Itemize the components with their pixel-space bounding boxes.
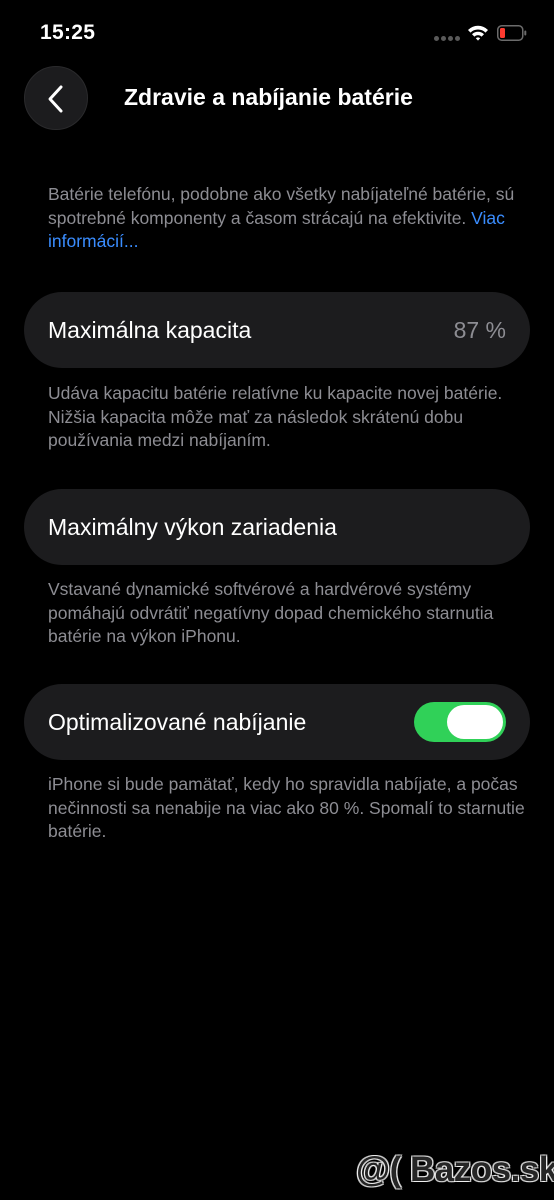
page-title: Zdravie a nabíjanie batérie	[124, 84, 413, 110]
chevron-left-icon	[48, 85, 63, 113]
peak-performance-label: Maximálny výkon zariadenia	[48, 514, 337, 540]
intro-description: Batérie telefónu, podobne ako všetky nab…	[48, 183, 528, 254]
max-capacity-value: 87 %	[453, 317, 506, 343]
optimized-charging-toggle[interactable]	[414, 702, 506, 742]
peak-performance-description: Vstavané dynamické softvérové a hardvéro…	[48, 579, 494, 646]
wifi-icon	[467, 24, 489, 42]
max-capacity-description: Udáva kapacitu batérie relatívne ku kapa…	[48, 383, 503, 450]
battery-icon	[497, 25, 527, 41]
max-capacity-label: Maximálna kapacita	[48, 317, 252, 343]
back-button[interactable]	[24, 66, 88, 130]
max-capacity-row: Maximálna kapacita 87 %	[24, 292, 530, 368]
optimized-charging-label: Optimalizované nabíjanie	[48, 709, 307, 735]
signal-icon	[434, 36, 460, 42]
toggle-knob	[447, 705, 503, 739]
intro-text: Batérie telefónu, podobne ako všetky nab…	[48, 184, 515, 228]
status-time: 15:25	[40, 21, 96, 44]
optimized-charging-description: iPhone si bude pamätať, kedy ho spravidl…	[48, 774, 525, 841]
optimized-charging-row: Optimalizované nabíjanie	[24, 684, 530, 760]
peak-performance-row[interactable]: Maximálny výkon zariadenia	[24, 489, 530, 565]
status-bar: 15:25	[0, 0, 554, 60]
bazos-watermark: @( Bazos.sk	[356, 1150, 554, 1189]
